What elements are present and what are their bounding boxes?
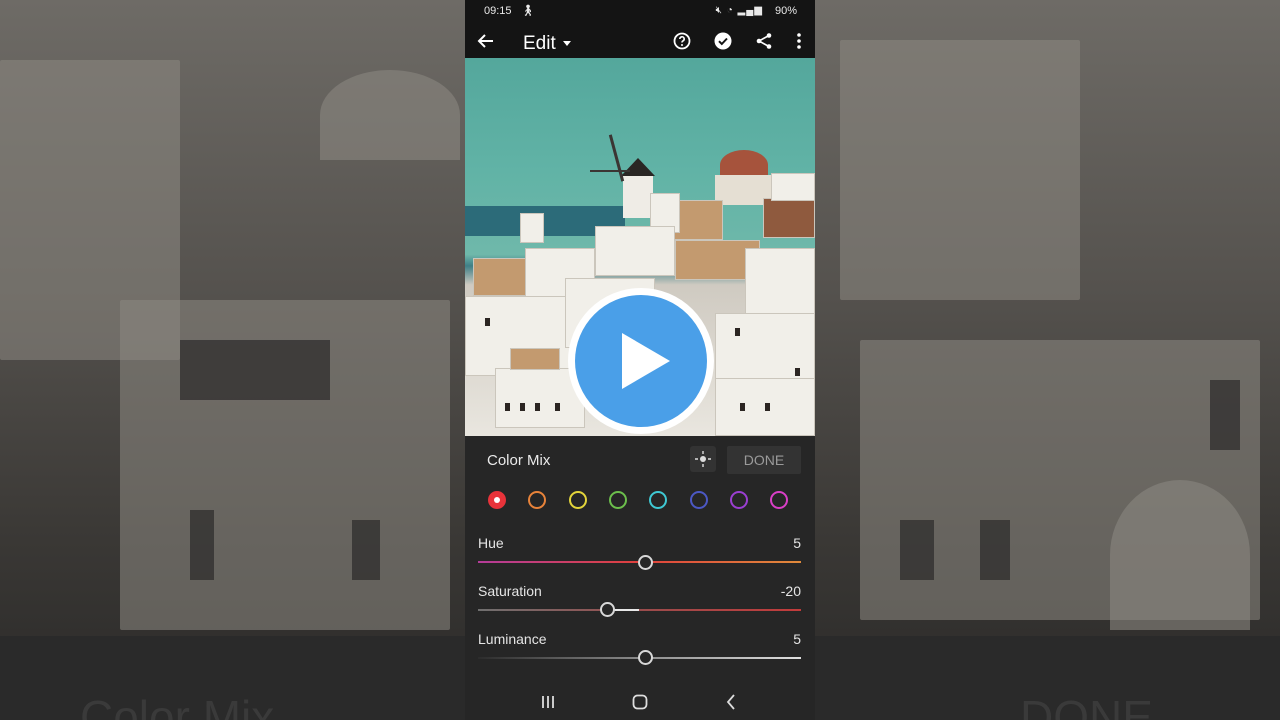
- bg-dome: [320, 70, 460, 160]
- edit-mode-title[interactable]: Edit: [523, 33, 556, 55]
- building: [595, 226, 675, 276]
- windmill: [623, 176, 653, 218]
- signal-icons: 🔇︎ ◔ ▂▄▆: [715, 5, 763, 16]
- bg-done-label: DONE: [1020, 691, 1153, 720]
- bg-panel-title: Color Mix: [80, 691, 275, 720]
- windmill-roof: [621, 158, 655, 176]
- window: [520, 403, 525, 411]
- selected-indicator: [494, 497, 500, 503]
- window: [740, 403, 745, 411]
- top-app-bar: Edit: [465, 24, 815, 58]
- recent-apps-icon[interactable]: [538, 692, 558, 712]
- small-windmill: [520, 213, 544, 243]
- play-icon: [622, 333, 670, 389]
- color-swatch-row: [488, 491, 798, 511]
- swatch-red[interactable]: [488, 491, 506, 509]
- done-button[interactable]: DONE: [727, 446, 801, 474]
- swatch-magenta[interactable]: [770, 491, 789, 509]
- bg-window: [900, 520, 934, 580]
- windmill-blade: [590, 170, 630, 172]
- saturation-label: Saturation: [478, 583, 542, 599]
- swatch-blue[interactable]: [689, 491, 708, 509]
- swatch-purple[interactable]: [729, 491, 748, 509]
- building: [473, 258, 528, 296]
- status-bar: 09:15 🚶︎ 🔇︎ ◔ ▂▄▆ 90%: [465, 0, 815, 24]
- back-icon[interactable]: [721, 692, 741, 712]
- system-nav-bar: [465, 684, 815, 720]
- luminance-label: Luminance: [478, 631, 547, 647]
- home-icon[interactable]: [630, 692, 650, 712]
- building: [771, 173, 815, 201]
- share-icon[interactable]: [753, 30, 775, 52]
- play-button-inner: [575, 295, 707, 427]
- hue-value[interactable]: 5: [793, 535, 801, 551]
- swatch-aqua[interactable]: [649, 491, 668, 509]
- saturation-value[interactable]: -20: [781, 583, 801, 599]
- building: [510, 348, 560, 370]
- panel-title: Color Mix: [487, 452, 551, 469]
- window: [765, 403, 770, 411]
- building: [715, 313, 815, 383]
- phone-screen: 09:15 🚶︎ 🔇︎ ◔ ▂▄▆ 90% Edit Color Mix DON…: [465, 0, 815, 720]
- battery-level: 90%: [774, 5, 797, 17]
- checkmark-icon[interactable]: [712, 30, 734, 52]
- saturation-slider-track[interactable]: [478, 609, 801, 611]
- window: [485, 318, 490, 326]
- hue-slider-knob[interactable]: [638, 555, 654, 570]
- window: [555, 403, 560, 411]
- swatch-green[interactable]: [608, 491, 627, 509]
- building: [745, 248, 815, 318]
- target-adjust-button[interactable]: [690, 446, 716, 472]
- bg-door: [190, 510, 214, 580]
- target-adjust-icon: [695, 451, 711, 467]
- chevron-down-icon[interactable]: [563, 41, 571, 46]
- building: [763, 198, 815, 238]
- photo-preview[interactable]: [465, 58, 815, 436]
- bg-building: [840, 40, 1080, 300]
- swatch-orange[interactable]: [528, 491, 547, 509]
- window: [535, 403, 540, 411]
- hue-label: Hue: [478, 535, 504, 551]
- luminance-value[interactable]: 5: [793, 631, 801, 647]
- luminance-slider-knob[interactable]: [638, 650, 654, 665]
- window: [795, 368, 800, 376]
- back-arrow-icon[interactable]: [475, 30, 497, 52]
- bg-window: [980, 520, 1010, 580]
- bg-dome: [1110, 480, 1250, 630]
- window: [735, 328, 740, 336]
- swatch-yellow[interactable]: [568, 491, 587, 509]
- window: [505, 403, 510, 411]
- accessibility-icon: 🚶︎: [521, 5, 535, 17]
- color-mix-panel: Color Mix DONE Hue 5 Saturation -20 Lumi…: [465, 436, 815, 684]
- more-icon[interactable]: [788, 30, 810, 52]
- play-button[interactable]: [568, 288, 714, 434]
- bg-door: [352, 520, 380, 580]
- help-icon[interactable]: [671, 30, 693, 52]
- saturation-slider-knob[interactable]: [599, 602, 615, 617]
- status-time: 09:15: [484, 5, 512, 17]
- bg-roof: [180, 340, 330, 400]
- bg-window: [1210, 380, 1240, 450]
